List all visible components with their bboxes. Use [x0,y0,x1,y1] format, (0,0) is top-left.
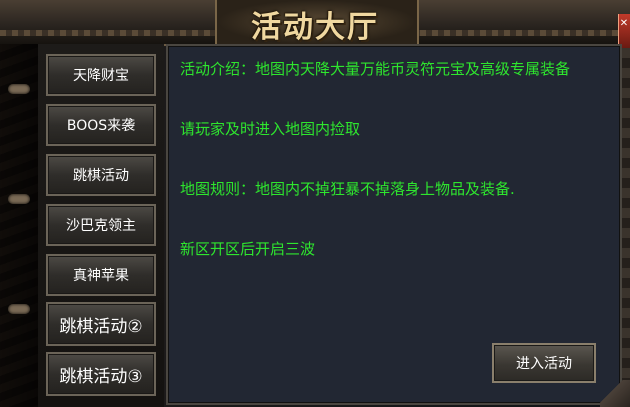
activity-description-panel: 活动介绍：地图内天降大量万能币灵符元宝及高级专属装备 请玩家及时进入地图内捡取 … [166,44,622,405]
map-rules-text: 地图规则：地图内不掉狂暴不掉落身上物品及装备. [180,180,515,198]
menu-item-checkers-event[interactable]: 跳棋活动 [46,154,156,196]
window-title: 活动大厅 [251,10,379,45]
activity-intro-text: 活动介绍：地图内天降大量万能币灵符元宝及高级专属装备 [180,60,571,78]
menu-item-shabake-lord[interactable]: 沙巴克领主 [46,204,156,246]
pillar-ring [8,84,30,94]
schedule-text: 新区开区后开启三波 [180,240,316,258]
activity-menu: 天降财宝 BOOS来袭 跳棋活动 沙巴克领主 真神苹果 跳棋活动② 跳棋活动③ [38,44,164,407]
menu-item-boss-raid[interactable]: BOOS来袭 [46,104,156,146]
menu-item-checkers-event-3[interactable]: 跳棋活动③ [46,352,156,396]
pickup-hint-text: 请玩家及时进入地图内捡取 [180,120,361,138]
menu-item-checkers-event-2[interactable]: 跳棋活动② [46,302,156,346]
menu-item-tianjiang-caibao[interactable]: 天降财宝 [46,54,156,96]
dragon-pillar-decoration [0,44,40,407]
close-icon[interactable]: ✕ [618,18,630,29]
pillar-ring [8,304,30,314]
enter-activity-button[interactable]: 进入活动 [492,343,596,383]
corner-decoration [600,380,630,407]
activity-hall-window: 活动大厅 ✕ 天降财宝 BOOS来袭 跳棋活动 沙巴克领主 真神苹果 跳棋活动②… [0,0,630,407]
pillar-ring [8,194,30,204]
menu-item-true-god-apple[interactable]: 真神苹果 [46,254,156,296]
